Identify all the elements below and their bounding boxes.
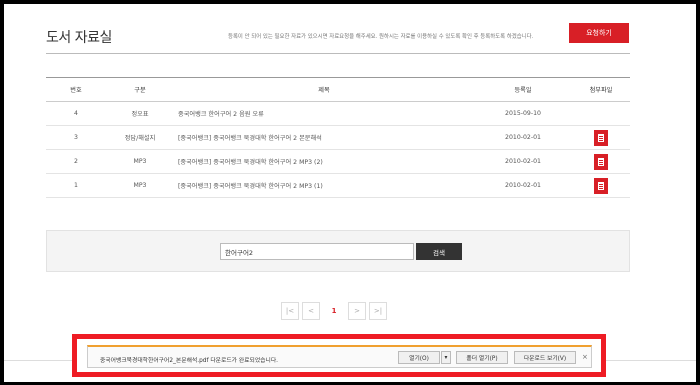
current-page[interactable]: 1 [323,302,345,320]
header-date: 등록일 [474,77,572,102]
search-button[interactable]: 검색 [416,243,462,260]
row-title-link[interactable]: [중국어뱅크] 중국어뱅크 북경대학 한어구어 2 본문해석 [174,125,474,150]
row-category: 정답/해설지 [106,125,174,150]
search-input[interactable] [220,243,414,260]
open-folder-button[interactable]: 폴더 열기(P) [456,351,508,364]
download-message: 중국어뱅크북경대학한어구어2_본문해석.pdf 다운로드가 완료되었습니다. [100,358,279,364]
row-date: 2010-02-01 [474,149,572,174]
row-attachment [572,149,630,174]
last-page-button[interactable]: >| [369,302,387,320]
row-category: MP3 [106,149,174,174]
row-attachment [572,101,630,126]
row-number: 3 [46,125,106,150]
download-notification-bar: 중국어뱅크북경대학한어구어2_본문해석.pdf 다운로드가 완료되었습니다. 열… [87,345,592,368]
table-row: 3 정답/해설지 [중국어뱅크] 중국어뱅크 북경대학 한어구어 2 본문해석 … [46,125,630,150]
row-title-link[interactable]: [중국어뱅크] 중국어뱅크 북경대학 한어구어 2 MP3 (2) [174,149,474,174]
first-page-button[interactable]: |< [281,302,299,320]
request-notice: 등록이 안 되어 있는 필요한 자료가 있으시면 자료요청을 해주세요. 원하시… [228,34,534,40]
title-divider [46,53,630,54]
file-icon[interactable] [594,129,608,146]
page-title: 도서 자료실 [46,30,112,46]
row-date: 2010-02-01 [474,125,572,150]
table-row: 4 정오표 중국어뱅크 한어구어 2 음원 오류 2015-09-10 [46,101,630,126]
page: 도서 자료실 등록이 안 되어 있는 필요한 자료가 있으시면 자료요청을 해주… [4,4,696,382]
table-header-row: 번호 구분 제목 등록일 첨부파일 [46,77,630,102]
row-attachment [572,173,630,198]
request-button[interactable]: 요청하기 [569,23,629,43]
header-title: 제목 [174,77,474,102]
row-title-link[interactable]: 중국어뱅크 한어구어 2 음원 오류 [174,101,474,126]
row-category: 정오표 [106,101,174,126]
row-number: 1 [46,173,106,198]
close-icon[interactable]: × [582,353,588,361]
search-panel: 검색 [46,230,630,272]
header-attachment: 첨부파일 [572,77,630,102]
pagination: |< < 1 > >| [281,302,387,320]
open-button[interactable]: 열기(O) [398,351,440,364]
row-title-link[interactable]: [중국어뱅크] 중국어뱅크 북경대학 한어구어 2 MP3 (1) [174,173,474,198]
header-number: 번호 [46,77,106,102]
file-icon[interactable] [594,153,608,170]
row-number: 2 [46,149,106,174]
download-notification-highlight: 중국어뱅크북경대학한어구어2_본문해석.pdf 다운로드가 완료되었습니다. 열… [72,334,606,377]
header-category: 구분 [106,77,174,102]
prev-page-button[interactable]: < [302,302,320,320]
next-page-button[interactable]: > [348,302,366,320]
view-downloads-button[interactable]: 다운로드 보기(V) [514,351,576,364]
row-date: 2015-09-10 [474,101,572,126]
open-dropdown-arrow[interactable]: ▾ [441,351,451,364]
row-number: 4 [46,101,106,126]
table-row: 2 MP3 [중국어뱅크] 중국어뱅크 북경대학 한어구어 2 MP3 (2) … [46,149,630,174]
table-row: 1 MP3 [중국어뱅크] 중국어뱅크 북경대학 한어구어 2 MP3 (1) … [46,173,630,198]
row-date: 2010-02-01 [474,173,572,198]
file-icon[interactable] [594,177,608,194]
resource-table: 번호 구분 제목 등록일 첨부파일 4 정오표 중국어뱅크 한어구어 2 음원 … [46,77,630,198]
row-category: MP3 [106,173,174,198]
row-attachment [572,125,630,150]
